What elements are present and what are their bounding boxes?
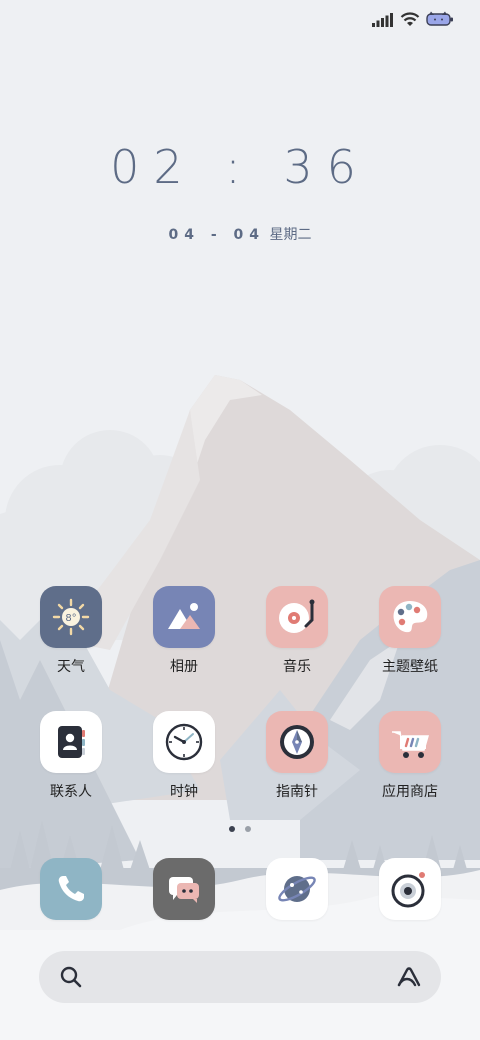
app-label: 指南针 bbox=[276, 784, 318, 800]
browser-planet-icon bbox=[266, 858, 328, 920]
app-label: 主题壁纸 bbox=[382, 659, 438, 675]
signal-bars-icon bbox=[372, 12, 394, 31]
app-gallery[interactable]: 相册 bbox=[134, 586, 234, 676]
camera-icon bbox=[379, 858, 441, 920]
store-cart-icon bbox=[379, 711, 441, 773]
svg-text:8°: 8° bbox=[65, 613, 76, 624]
search-bar[interactable] bbox=[39, 951, 441, 1003]
contacts-book-icon bbox=[40, 711, 102, 773]
dock-camera[interactable] bbox=[360, 858, 460, 920]
dock-messages[interactable] bbox=[134, 858, 234, 920]
palette-icon bbox=[379, 586, 441, 648]
app-music[interactable]: 音乐 bbox=[247, 586, 347, 676]
app-label: 应用商店 bbox=[382, 784, 438, 800]
status-bar bbox=[372, 10, 454, 32]
weather-sun-icon: 8° bbox=[40, 586, 102, 648]
wifi-icon bbox=[400, 11, 420, 31]
app-contacts[interactable]: 联系人 bbox=[21, 711, 121, 801]
lockclock-time[interactable]: 02 : 36 bbox=[0, 140, 480, 194]
app-label: 相册 bbox=[170, 659, 198, 675]
phone-icon bbox=[40, 858, 102, 920]
app-themes[interactable]: 主题壁纸 bbox=[360, 586, 460, 676]
date-text: 04 - 04 bbox=[168, 227, 266, 243]
weekday-text: 星期二 bbox=[269, 227, 312, 243]
app-label: 天气 bbox=[57, 659, 85, 675]
app-label: 时钟 bbox=[170, 784, 198, 800]
clock-icon bbox=[153, 711, 215, 773]
page-dot-1[interactable] bbox=[229, 826, 235, 832]
app-compass[interactable]: 指南针 bbox=[247, 711, 347, 801]
app-weather[interactable]: 8° 天气 bbox=[21, 586, 121, 676]
app-label: 联系人 bbox=[50, 784, 92, 800]
compass-icon bbox=[266, 711, 328, 773]
dock-phone[interactable] bbox=[21, 858, 121, 920]
search-icon[interactable] bbox=[59, 965, 83, 993]
assistant-a-icon[interactable] bbox=[395, 965, 423, 993]
lockclock-date[interactable]: 04 - 04 星期二 bbox=[0, 224, 480, 244]
app-label: 音乐 bbox=[283, 659, 311, 675]
dock-browser[interactable] bbox=[247, 858, 347, 920]
app-clock[interactable]: 时钟 bbox=[134, 711, 234, 801]
app-store[interactable]: 应用商店 bbox=[360, 711, 460, 801]
messages-icon bbox=[153, 858, 215, 920]
battery-cat-icon bbox=[426, 11, 454, 31]
page-dot-2[interactable] bbox=[245, 826, 251, 832]
page-indicator[interactable] bbox=[0, 826, 480, 832]
music-record-icon bbox=[266, 586, 328, 648]
gallery-mountain-icon bbox=[153, 586, 215, 648]
